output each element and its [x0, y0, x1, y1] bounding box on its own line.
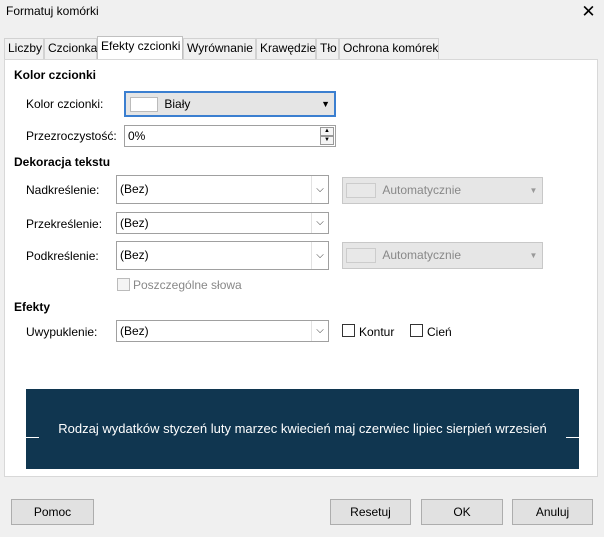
- chevron-down-icon: ⌵: [311, 321, 328, 341]
- individual-words-label: Poszczególne słowa: [133, 278, 242, 292]
- relief-value: (Bez): [120, 324, 149, 338]
- underline-color-value: Automatycznie: [382, 248, 462, 262]
- effects-section-title: Efekty: [14, 300, 51, 314]
- preview-text: Rodzaj wydatków styczeń luty marzec kwie…: [58, 421, 547, 436]
- color-swatch: [130, 97, 158, 113]
- underline-color-dropdown[interactable]: Automatycznie ▼: [342, 242, 543, 269]
- help-button[interactable]: Pomoc: [11, 499, 94, 525]
- relief-label: Uwypuklenie:: [26, 325, 98, 339]
- outline-checkbox[interactable]: [342, 324, 355, 337]
- strikethrough-dropdown[interactable]: (Bez) ⌵: [116, 212, 329, 234]
- chevron-down-icon: ⌵: [311, 242, 328, 269]
- ok-button[interactable]: OK: [421, 499, 503, 525]
- chevron-down-icon: ⌵: [311, 176, 328, 203]
- spin-down-icon[interactable]: ▼: [320, 136, 334, 145]
- spin-up-icon[interactable]: ▲: [320, 127, 334, 136]
- window-title: Formatuj komórki: [6, 4, 99, 18]
- color-swatch: [346, 248, 376, 264]
- font-color-value: Biały: [164, 97, 191, 111]
- tab-background[interactable]: Tło: [316, 38, 339, 59]
- transparency-spinbox[interactable]: 0% ▲ ▼: [124, 125, 336, 147]
- font-color-label: Kolor czcionki:: [26, 97, 104, 111]
- chevron-down-icon: ⌵: [311, 213, 328, 233]
- underline-label: Podkreślenie:: [26, 249, 99, 263]
- strikethrough-value: (Bez): [120, 216, 149, 230]
- font-color-section-title: Kolor czcionki: [14, 68, 97, 82]
- cancel-button[interactable]: Anuluj: [512, 499, 593, 525]
- color-swatch: [346, 183, 376, 199]
- preview-baseline-right: [566, 437, 579, 438]
- tab-font[interactable]: Czcionka: [44, 38, 97, 59]
- overline-color-value: Automatycznie: [382, 183, 462, 197]
- individual-words-checkbox[interactable]: [117, 278, 130, 291]
- chevron-down-icon: ▼: [321, 99, 330, 109]
- overline-label: Nadkreślenie:: [26, 183, 100, 197]
- outline-label: Kontur: [359, 325, 395, 339]
- overline-value: (Bez): [120, 182, 149, 196]
- relief-dropdown[interactable]: (Bez) ⌵: [116, 320, 329, 342]
- preview-box: Rodzaj wydatków styczeń luty marzec kwie…: [26, 389, 579, 469]
- font-color-dropdown[interactable]: Biały ▼: [124, 91, 336, 117]
- shadow-label: Cień: [427, 325, 452, 339]
- tab-numbers[interactable]: Liczby: [4, 38, 44, 59]
- underline-value: (Bez): [120, 248, 149, 262]
- preview-baseline-left: [26, 437, 39, 438]
- transparency-label: Przezroczystość:: [26, 129, 117, 143]
- tab-alignment[interactable]: Wyrównanie: [183, 38, 256, 59]
- close-icon[interactable]: ✕: [573, 0, 604, 24]
- overline-dropdown[interactable]: (Bez) ⌵: [116, 175, 329, 204]
- transparency-value: 0%: [128, 129, 146, 143]
- overline-color-dropdown[interactable]: Automatycznie ▼: [342, 177, 543, 204]
- chevron-down-icon: ▼: [529, 186, 538, 195]
- underline-dropdown[interactable]: (Bez) ⌵: [116, 241, 329, 270]
- strikethrough-label: Przekreślenie:: [26, 217, 103, 231]
- tab-font-effects[interactable]: Efekty czcionki: [97, 36, 183, 59]
- chevron-down-icon: ▼: [529, 251, 538, 260]
- tab-cell-protection[interactable]: Ochrona komórek: [339, 38, 439, 59]
- tab-borders[interactable]: Krawędzie: [256, 38, 316, 59]
- decoration-section-title: Dekoracja tekstu: [14, 155, 111, 169]
- shadow-checkbox[interactable]: [410, 324, 423, 337]
- reset-button[interactable]: Resetuj: [330, 499, 411, 525]
